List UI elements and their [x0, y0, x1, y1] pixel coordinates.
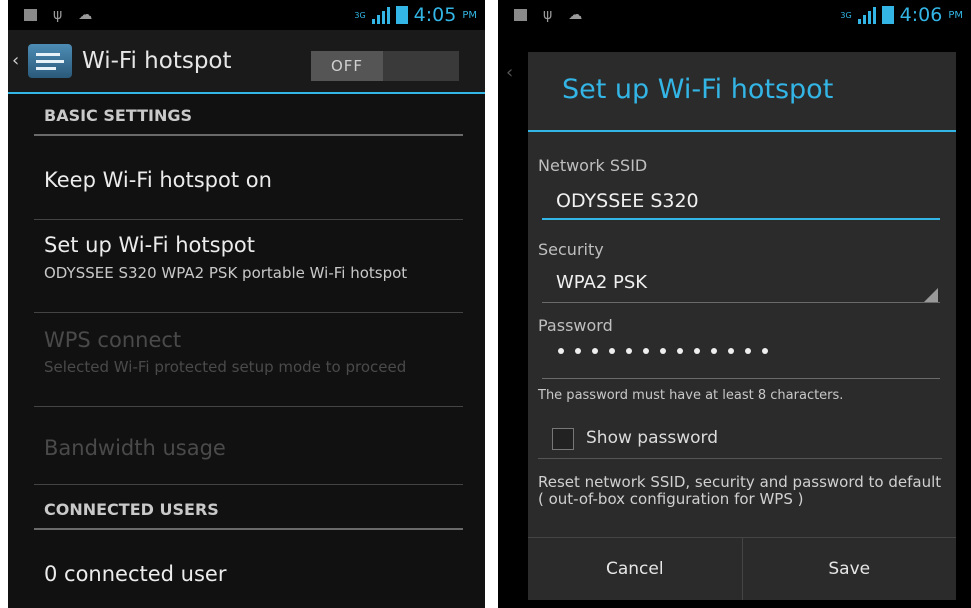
- setup-hotspot-dialog: Set up Wi-Fi hotspot Network SSID ODYSSE…: [528, 52, 956, 600]
- password-dot: [745, 348, 751, 354]
- security-underline: [542, 302, 940, 303]
- password-dot: [728, 348, 734, 354]
- password-dot: [575, 348, 581, 354]
- hotspot-toggle[interactable]: OFF: [311, 51, 459, 81]
- signal-icon: [371, 6, 390, 24]
- preference-list: BASIC SETTINGS Keep Wi-Fi hotspot on Set…: [8, 94, 485, 608]
- network-type-label: 3G: [354, 10, 366, 20]
- battery-icon: [881, 6, 894, 24]
- item-divider: [34, 312, 463, 313]
- section-divider: [538, 458, 942, 459]
- password-dot: [609, 348, 615, 354]
- clock-ampm: PM: [948, 9, 963, 21]
- password-dot: [694, 348, 700, 354]
- keep-hotspot-on-item[interactable]: Keep Wi-Fi hotspot on: [44, 168, 272, 192]
- settings-screen: ψ ☁ 3G 4:05 PM ‹ Wi-Fi hotspot OFF BASIC…: [8, 0, 485, 608]
- page-title: Wi-Fi hotspot: [82, 48, 232, 74]
- android-debug-icon: ☁: [568, 7, 583, 23]
- ssid-label: Network SSID: [538, 156, 648, 175]
- dialog-button-bar: Cancel Save: [528, 537, 956, 600]
- cancel-button[interactable]: Cancel: [528, 538, 742, 600]
- show-password-label[interactable]: Show password: [586, 428, 718, 448]
- wps-connect-item: WPS connect: [44, 328, 182, 352]
- show-password-checkbox[interactable]: [552, 428, 574, 450]
- settings-app-icon[interactable]: [28, 44, 72, 78]
- ssid-field[interactable]: ODYSSEE S320: [556, 190, 699, 212]
- ssid-field-underline: [542, 218, 940, 220]
- android-debug-icon: ☁: [78, 7, 93, 23]
- reset-config-text[interactable]: Reset network SSID, security and passwor…: [538, 474, 942, 508]
- connected-users-header: CONNECTED USERS: [44, 500, 219, 519]
- password-hint: The password must have at least 8 charac…: [538, 388, 844, 403]
- status-bar: ψ ☁ 3G 4:06 PM: [498, 0, 971, 30]
- spinner-arrow-icon: [924, 288, 938, 302]
- signal-icon: [857, 6, 876, 24]
- item-divider: [34, 406, 463, 407]
- security-select[interactable]: WPA2 PSK: [556, 272, 647, 293]
- connected-user-count: 0 connected user: [44, 562, 227, 586]
- save-button[interactable]: Save: [741, 538, 957, 600]
- usb-icon: ψ: [53, 7, 63, 23]
- dialog-title-divider: [528, 130, 956, 132]
- action-bar: ‹ Wi-Fi hotspot OFF: [8, 30, 485, 94]
- setup-hotspot-summary: ODYSSEE S320 WPA2 PSK portable Wi-Fi hot…: [44, 264, 408, 282]
- clock-ampm: PM: [462, 9, 477, 21]
- basic-settings-header: BASIC SETTINGS: [44, 106, 193, 125]
- password-dot: [660, 348, 666, 354]
- item-divider: [34, 219, 463, 220]
- back-chevron-icon[interactable]: ‹: [12, 50, 19, 71]
- security-label: Security: [538, 240, 604, 259]
- section-divider: [34, 528, 463, 530]
- password-label: Password: [538, 316, 613, 335]
- hotspot-dialog-screen: ψ ☁ 3G 4:06 PM ‹ Set up Wi-Fi hotspot Ne…: [498, 0, 971, 608]
- wps-connect-summary: Selected Wi-Fi protected setup mode to p…: [44, 358, 407, 376]
- back-chevron-icon: ‹: [506, 62, 514, 83]
- password-dot: [592, 348, 598, 354]
- password-field[interactable]: [558, 348, 768, 354]
- usb-icon: ψ: [543, 7, 553, 23]
- bandwidth-usage-item: Bandwidth usage: [44, 436, 226, 460]
- password-underline: [542, 378, 940, 379]
- battery-icon: [395, 6, 408, 24]
- clock-time: 4:06: [899, 4, 943, 26]
- password-dot: [711, 348, 717, 354]
- screenshot-icon: [24, 9, 37, 21]
- status-bar: ψ ☁ 3G 4:05 PM: [8, 0, 485, 30]
- dialog-title: Set up Wi-Fi hotspot: [562, 74, 834, 105]
- network-type-label: 3G: [840, 10, 852, 20]
- toggle-off-label: OFF: [311, 51, 383, 81]
- password-dot: [626, 348, 632, 354]
- setup-hotspot-item[interactable]: Set up Wi-Fi hotspot: [44, 233, 255, 257]
- password-dot: [677, 348, 683, 354]
- password-dot: [643, 348, 649, 354]
- item-divider: [34, 484, 463, 485]
- screenshot-icon: [514, 9, 527, 21]
- password-dot: [762, 348, 768, 354]
- clock-time: 4:05: [413, 4, 457, 26]
- section-divider: [34, 134, 463, 136]
- password-dot: [558, 348, 564, 354]
